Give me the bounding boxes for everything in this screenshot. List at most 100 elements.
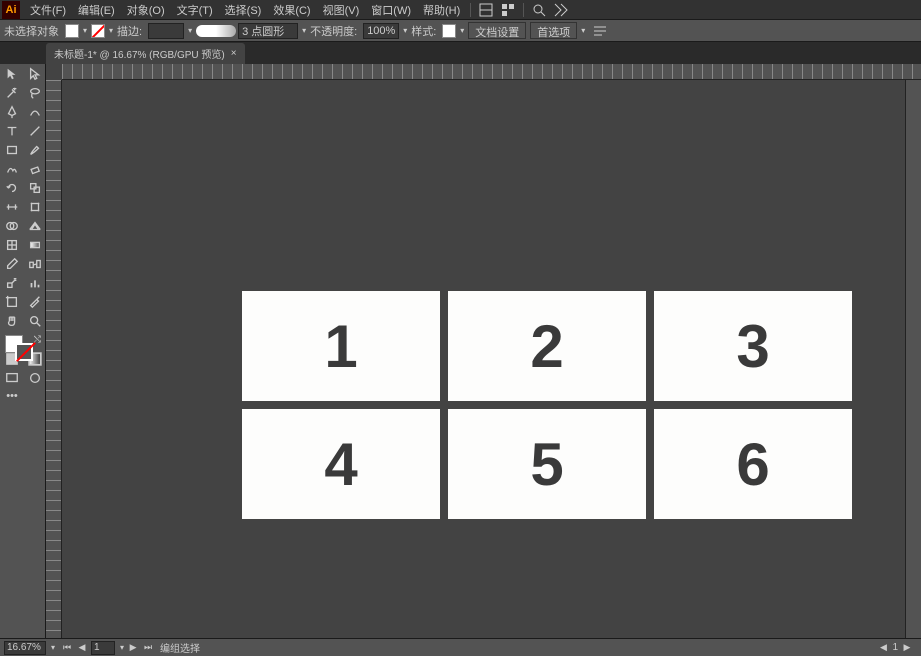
fill-swatch[interactable] [65,24,79,38]
eyedropper-tool[interactable] [1,255,23,273]
step-next-icon[interactable]: ▶ [901,642,913,654]
blend-tool[interactable] [24,255,46,273]
edit-toolbar-icon[interactable]: ••• [1,388,23,404]
menu-object[interactable]: 对象(O) [121,0,171,20]
menu-view[interactable]: 视图(V) [317,0,366,20]
search-icon[interactable] [531,2,547,18]
align-icon[interactable] [592,23,608,39]
document-setup-button[interactable]: 文档设置 [468,22,526,39]
menu-type[interactable]: 文字(T) [171,0,219,20]
artboard-2[interactable]: 2 [448,291,646,401]
document-tab-bar: 未标题-1* @ 16.67% (RGB/GPU 预览) × [0,42,921,64]
separator [523,3,524,17]
menu-window[interactable]: 窗口(W) [365,0,417,20]
width-tool[interactable] [1,198,23,216]
document-tab-title: 未标题-1* @ 16.67% (RGB/GPU 预览) [54,46,225,61]
draw-mode-icon[interactable] [24,369,46,387]
menu-bar: Ai 文件(F) 编辑(E) 对象(O) 文字(T) 选择(S) 效果(C) 视… [0,0,921,20]
stroke-style-input[interactable] [238,23,298,39]
artboard-6[interactable]: 6 [654,409,852,519]
menu-help[interactable]: 帮助(H) [417,0,466,20]
artboard-3[interactable]: 3 [654,291,852,401]
step-value: 1 [892,642,898,653]
nav-first-icon[interactable]: ⏮ [61,642,73,654]
chevron-down-icon[interactable]: ▾ [83,26,87,35]
scrollbar-vertical[interactable] [905,80,921,638]
selection-status: 未选择对象 [4,23,59,39]
close-icon[interactable]: × [231,48,237,59]
chevron-down-icon[interactable]: ▾ [120,643,124,652]
artboard-nav-input[interactable] [91,641,115,655]
artboard-grid: 1 2 3 4 5 6 [242,291,852,519]
menu-select[interactable]: 选择(S) [219,0,268,20]
preferences-button[interactable]: 首选项 [530,22,577,39]
chevron-down-icon[interactable]: ▾ [302,26,306,35]
chevron-down-icon[interactable]: ▾ [109,26,113,35]
control-bar: 未选择对象 ▾ ▾ 描边: ▾ ▾ 不透明度: ▾ 样式: ▾ 文档设置 首选项… [0,20,921,42]
tools-panel: ⤭ ••• [0,64,46,638]
screen-mode-icon[interactable] [1,369,23,387]
separator [470,3,471,17]
rectangle-tool[interactable] [1,141,23,159]
menu-edit[interactable]: 编辑(E) [72,0,121,20]
chevron-down-icon[interactable]: ▾ [581,26,585,35]
stroke-color[interactable] [15,343,33,361]
shaper-tool[interactable] [1,160,23,178]
chevron-down-icon[interactable]: ▾ [188,26,192,35]
ruler-vertical[interactable] [46,80,62,638]
shape-builder-tool[interactable] [1,217,23,235]
status-bar: ▾ ⏮ ◀ ▾ ▶ ⏭ 编组选择 ◀ 1 ▶ [0,638,921,656]
column-graph-tool[interactable] [24,274,46,292]
layout-icon[interactable] [478,2,494,18]
chevron-down-icon[interactable]: ▾ [51,643,55,652]
hand-tool[interactable] [1,312,23,330]
gradient-tool[interactable] [24,236,46,254]
arrange-icon[interactable] [553,2,569,18]
nav-next-icon[interactable]: ▶ [127,642,139,654]
menu-file[interactable]: 文件(F) [24,0,72,20]
scale-tool[interactable] [24,179,46,197]
scrollbar-horizontal[interactable] [206,643,871,653]
stroke-label: 描边: [117,23,142,39]
brush-preview[interactable] [196,25,236,37]
rotate-tool[interactable] [1,179,23,197]
canvas[interactable]: 1 2 3 4 5 6 [46,80,921,638]
type-tool[interactable] [1,122,23,140]
magic-wand-tool[interactable] [1,84,23,102]
style-swatch[interactable] [442,24,456,38]
free-transform-tool[interactable] [24,198,46,216]
swap-colors-icon[interactable]: ⤭ [34,334,41,345]
eraser-tool[interactable] [24,160,46,178]
chevron-down-icon[interactable]: ▾ [460,26,464,35]
ruler-horizontal[interactable] [62,64,921,80]
perspective-grid-tool[interactable] [24,217,46,235]
paintbrush-tool[interactable] [24,141,46,159]
style-label: 样式: [411,23,436,39]
workspace-icon[interactable] [500,2,516,18]
line-tool[interactable] [24,122,46,140]
artboard-tool[interactable] [1,293,23,311]
mesh-tool[interactable] [1,236,23,254]
nav-last-icon[interactable]: ⏭ [142,642,154,654]
stroke-width-input[interactable] [148,23,184,39]
stroke-swatch[interactable] [91,24,105,38]
nav-prev-icon[interactable]: ◀ [76,642,88,654]
artboard-5[interactable]: 5 [448,409,646,519]
artboard-1[interactable]: 1 [242,291,440,401]
chevron-down-icon[interactable]: ▾ [403,26,407,35]
document-tab[interactable]: 未标题-1* @ 16.67% (RGB/GPU 预览) × [46,43,245,64]
artboard-4[interactable]: 4 [242,409,440,519]
selection-tool[interactable] [1,65,23,83]
opacity-input[interactable] [363,23,399,39]
zoom-tool[interactable] [24,312,46,330]
color-picker[interactable]: ⤭ [1,334,46,364]
direct-selection-tool[interactable] [24,65,46,83]
symbol-sprayer-tool[interactable] [1,274,23,292]
menu-effect[interactable]: 效果(C) [267,0,316,20]
lasso-tool[interactable] [24,84,46,102]
slice-tool[interactable] [24,293,46,311]
zoom-input[interactable] [4,641,46,655]
curvature-tool[interactable] [24,103,46,121]
step-prev-icon[interactable]: ◀ [877,642,889,654]
pen-tool[interactable] [1,103,23,121]
